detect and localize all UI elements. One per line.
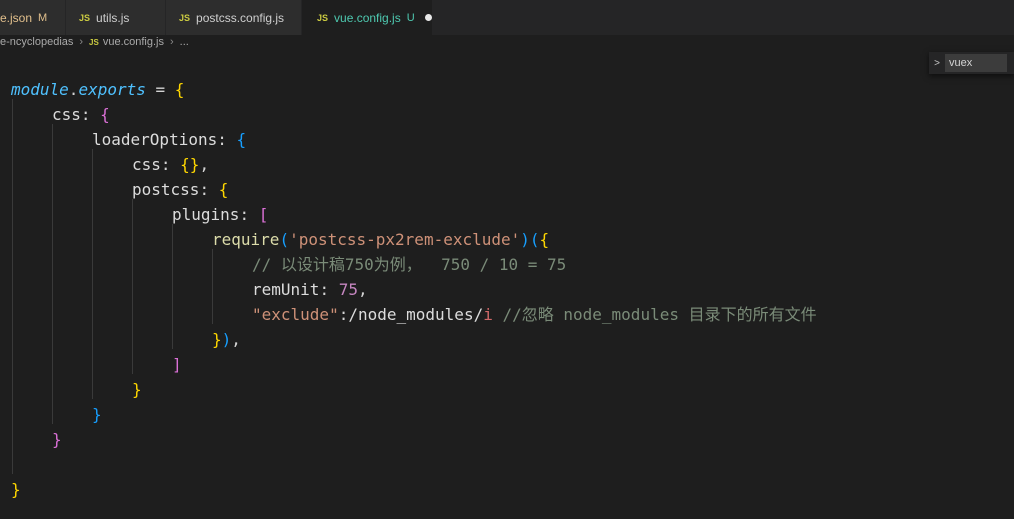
breadcrumb-file[interactable]: vue.config.js bbox=[103, 36, 164, 48]
code-line-9: remUnit: 75, bbox=[252, 280, 368, 299]
code-line-6: plugins: [ bbox=[172, 205, 269, 224]
tab-bar: e.json M JS utils.js JS postcss.config.j… bbox=[0, 0, 1014, 35]
breadcrumb-folder[interactable]: e-ncyclopedias bbox=[0, 36, 73, 48]
tab-utils-js[interactable]: JS utils.js bbox=[66, 0, 166, 35]
tab-postcss-config[interactable]: JS postcss.config.js bbox=[166, 0, 302, 35]
indent-guide bbox=[212, 249, 213, 324]
code-line-4: css: {}, bbox=[132, 155, 210, 174]
find-input[interactable] bbox=[945, 54, 1007, 72]
breadcrumb-more[interactable]: ... bbox=[180, 36, 189, 48]
indent-guide bbox=[52, 124, 53, 424]
code-line-11: }), bbox=[212, 330, 241, 349]
code-line-2: css: { bbox=[52, 105, 110, 124]
untracked-mark: U bbox=[406, 11, 415, 24]
code-line-5: postcss: { bbox=[132, 180, 229, 199]
breadcrumb: e-ncyclopedias › JS vue.config.js › ... bbox=[0, 35, 1014, 49]
code-line-12: ] bbox=[172, 355, 182, 374]
indent-guide bbox=[12, 99, 13, 474]
code-line-7: require('postcss-px2rem-exclude')({ bbox=[212, 230, 550, 249]
tab-bar-empty bbox=[433, 0, 1014, 35]
find-widget: > bbox=[929, 52, 1014, 74]
tab-package-json[interactable]: e.json M bbox=[0, 0, 66, 35]
chevron-right-icon: › bbox=[170, 36, 174, 48]
code-line-17: } bbox=[11, 480, 21, 499]
indent-guide bbox=[132, 199, 133, 374]
code-line-3: loaderOptions: { bbox=[92, 130, 247, 149]
tab-label: vue.config.js bbox=[334, 10, 401, 25]
unsaved-dot-icon[interactable] bbox=[424, 14, 432, 21]
tab-label: e.json bbox=[0, 10, 33, 25]
tab-label: postcss.config.js bbox=[196, 10, 285, 25]
modified-mark: M bbox=[38, 11, 48, 24]
js-file-icon: JS bbox=[179, 12, 191, 23]
chevron-right-icon: › bbox=[79, 36, 84, 48]
code-line-1: module.exports = { bbox=[11, 80, 185, 99]
code-editor[interactable]: module.exports = { css: { loaderOptions:… bbox=[0, 49, 1014, 519]
code-line-10: "exclude":/node_modules/i //忽略 node_modu… bbox=[252, 305, 817, 324]
chevron-right-icon[interactable]: > bbox=[929, 58, 945, 69]
indent-guide bbox=[172, 224, 173, 349]
js-file-icon: JS bbox=[89, 37, 99, 47]
indent-guide bbox=[92, 149, 93, 399]
js-file-icon: JS bbox=[317, 12, 329, 23]
tab-vue-config[interactable]: JS vue.config.js U bbox=[302, 0, 433, 35]
js-file-icon: JS bbox=[79, 12, 91, 23]
code-line-14: } bbox=[92, 405, 102, 424]
code-line-13: } bbox=[132, 380, 142, 399]
code-line-8: // 以设计稿750为例， 750 / 10 = 75 bbox=[252, 255, 567, 274]
code-line-15: } bbox=[52, 430, 62, 449]
tab-label: utils.js bbox=[96, 10, 130, 25]
